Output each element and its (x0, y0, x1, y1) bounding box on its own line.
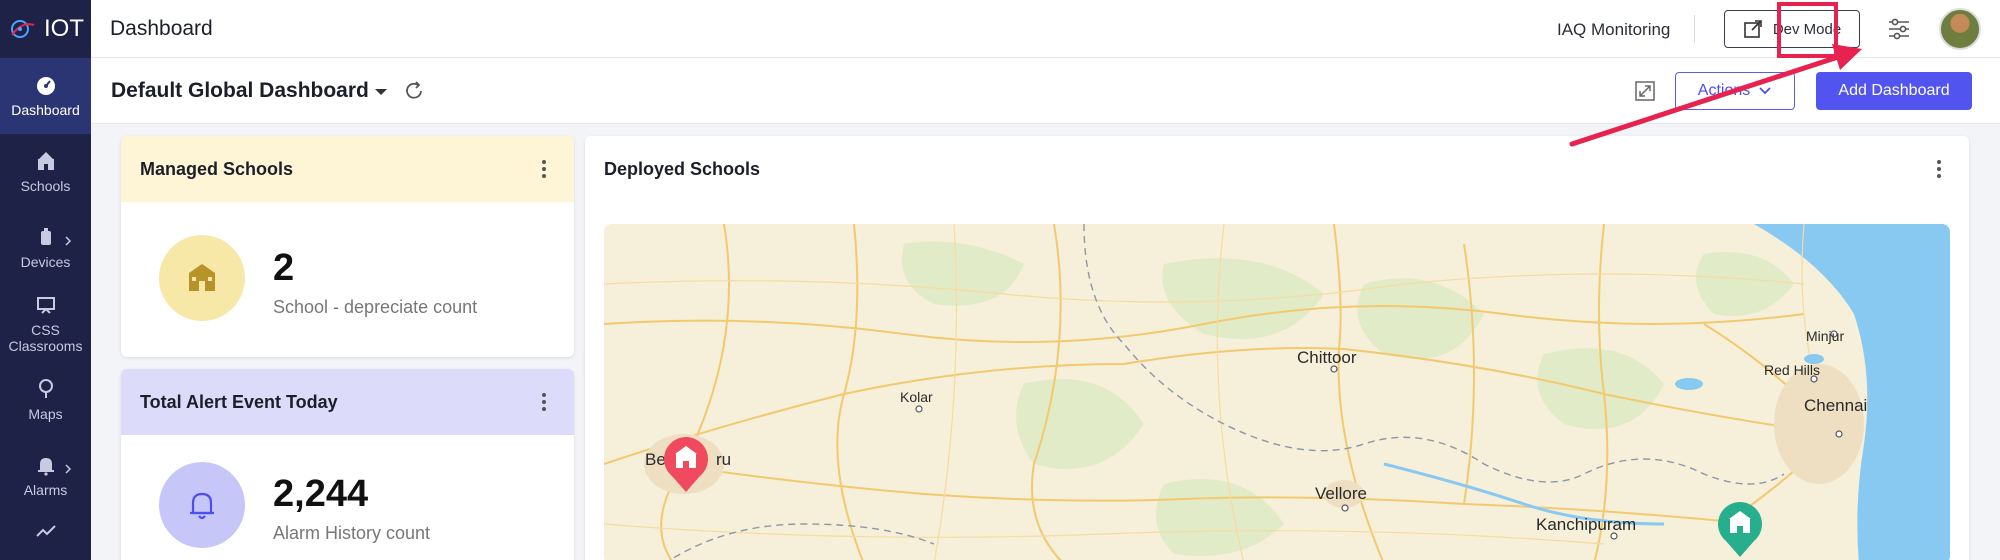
total-alerts-card: Total Alert Event Today 2,244 Alarm Hist… (121, 369, 574, 560)
dashboard-toolbar: Default Global Dashboard Actions Add Das… (91, 58, 2000, 124)
managed-schools-card: Managed Schools 2 School - depreciate co… (121, 136, 574, 357)
map[interactable]: Chittoor Kolar Minjur Red Hills Chennai … (604, 224, 1950, 560)
sidebar-item-maps[interactable]: Maps (0, 362, 91, 438)
add-dashboard-button[interactable]: Add Dashboard (1816, 72, 1972, 110)
place-label: Kanchipuram (1536, 515, 1637, 534)
dashboard-icon (36, 77, 55, 95)
school-marker-red[interactable] (660, 434, 712, 494)
sidebar-item-label: Devices (20, 254, 71, 270)
chevron-right-icon (65, 464, 72, 474)
sidebar-item-devices[interactable]: Devices (0, 210, 91, 286)
highlight-box (1777, 2, 1838, 58)
place-label: Chennai (1804, 396, 1868, 415)
place-label: Vellore (1315, 484, 1367, 503)
deployed-schools-card: Deployed Schools Chittoor Kolar Minjur R… (585, 136, 1969, 560)
more-icon[interactable] (542, 393, 546, 411)
stat-body: 2,244 Alarm History count (121, 435, 574, 560)
more-icon[interactable] (1937, 160, 1941, 178)
place-label: Kolar (900, 389, 933, 405)
logo-icon (11, 20, 35, 38)
map-pin-icon (38, 379, 53, 398)
dashboard-selector[interactable]: Default Global Dashboard (111, 79, 369, 103)
sidebar-item-analytics[interactable] (0, 514, 91, 554)
school-icon (37, 152, 54, 170)
sidebar-item-label: Schools (20, 178, 71, 194)
card-title: Deployed Schools (604, 158, 761, 179)
sidebar-item-schools[interactable]: Schools (0, 134, 91, 210)
chevron-down-icon (1759, 87, 1771, 95)
card-title: Managed Schools (140, 158, 294, 179)
brand[interactable]: IOT (0, 0, 91, 58)
divider (1694, 15, 1695, 43)
classroom-icon (36, 297, 55, 314)
more-icon[interactable] (542, 160, 546, 178)
project-selector[interactable]: IAQ Monitoring (1557, 20, 1670, 40)
trend-icon (35, 525, 56, 537)
sidebar-item-dashboard[interactable]: Dashboard (0, 58, 91, 134)
brand-label: IOT (44, 15, 84, 42)
alarm-stat-circle (159, 462, 245, 548)
fullscreen-icon[interactable] (1634, 80, 1656, 102)
sidebar-item-css-classrooms[interactable]: CSS Classrooms (0, 286, 91, 362)
page-title: Dashboard (110, 17, 213, 40)
device-icon (40, 228, 51, 245)
place-label: Red Hills (1764, 362, 1821, 378)
bell-icon (190, 492, 214, 520)
alarm-count-label: Alarm History count (273, 523, 431, 543)
stat-body: 2 School - depreciate count (121, 202, 574, 332)
card-header: Deployed Schools (585, 136, 1969, 202)
card-title: Total Alert Event Today (140, 391, 338, 412)
sidebar-item-label: Alarms (23, 482, 68, 498)
place-label: ru (716, 450, 732, 469)
caret-down-icon[interactable] (375, 89, 387, 95)
school-marker-green[interactable] (1714, 499, 1766, 559)
bell-icon (37, 458, 54, 476)
sidebar-item-label: Maps (28, 406, 63, 422)
place-label: Chittoor (1297, 348, 1357, 367)
actions-dropdown[interactable]: Actions (1675, 72, 1795, 110)
refresh-icon[interactable] (402, 79, 426, 103)
school-icon (189, 264, 215, 291)
alarm-count: 2,244 (273, 473, 369, 515)
sidebar-item-label: CSS Classrooms (8, 322, 83, 354)
chevron-right-icon (65, 236, 72, 246)
sliders-icon (1889, 18, 1909, 40)
place-label: Minjur (1806, 328, 1845, 344)
sidebar-item-alarms[interactable]: Alarms (0, 438, 91, 514)
school-count-label: School - depreciate count (273, 297, 478, 317)
actions-label: Actions (1697, 82, 1751, 99)
card-header: Total Alert Event Today (121, 369, 574, 435)
sidebar-item-label: Dashboard (11, 102, 80, 118)
external-link-icon (1744, 20, 1762, 38)
top-header: Dashboard IAQ Monitoring Dev Mode (91, 0, 2000, 58)
school-stat-circle (159, 235, 245, 321)
avatar[interactable] (1939, 8, 1981, 50)
settings-button[interactable] (1869, 6, 1929, 52)
card-header: Managed Schools (121, 136, 574, 202)
sidebar: IOT Dashboard Schools Devices CSS Classr… (0, 0, 91, 560)
school-count: 2 (273, 247, 295, 289)
